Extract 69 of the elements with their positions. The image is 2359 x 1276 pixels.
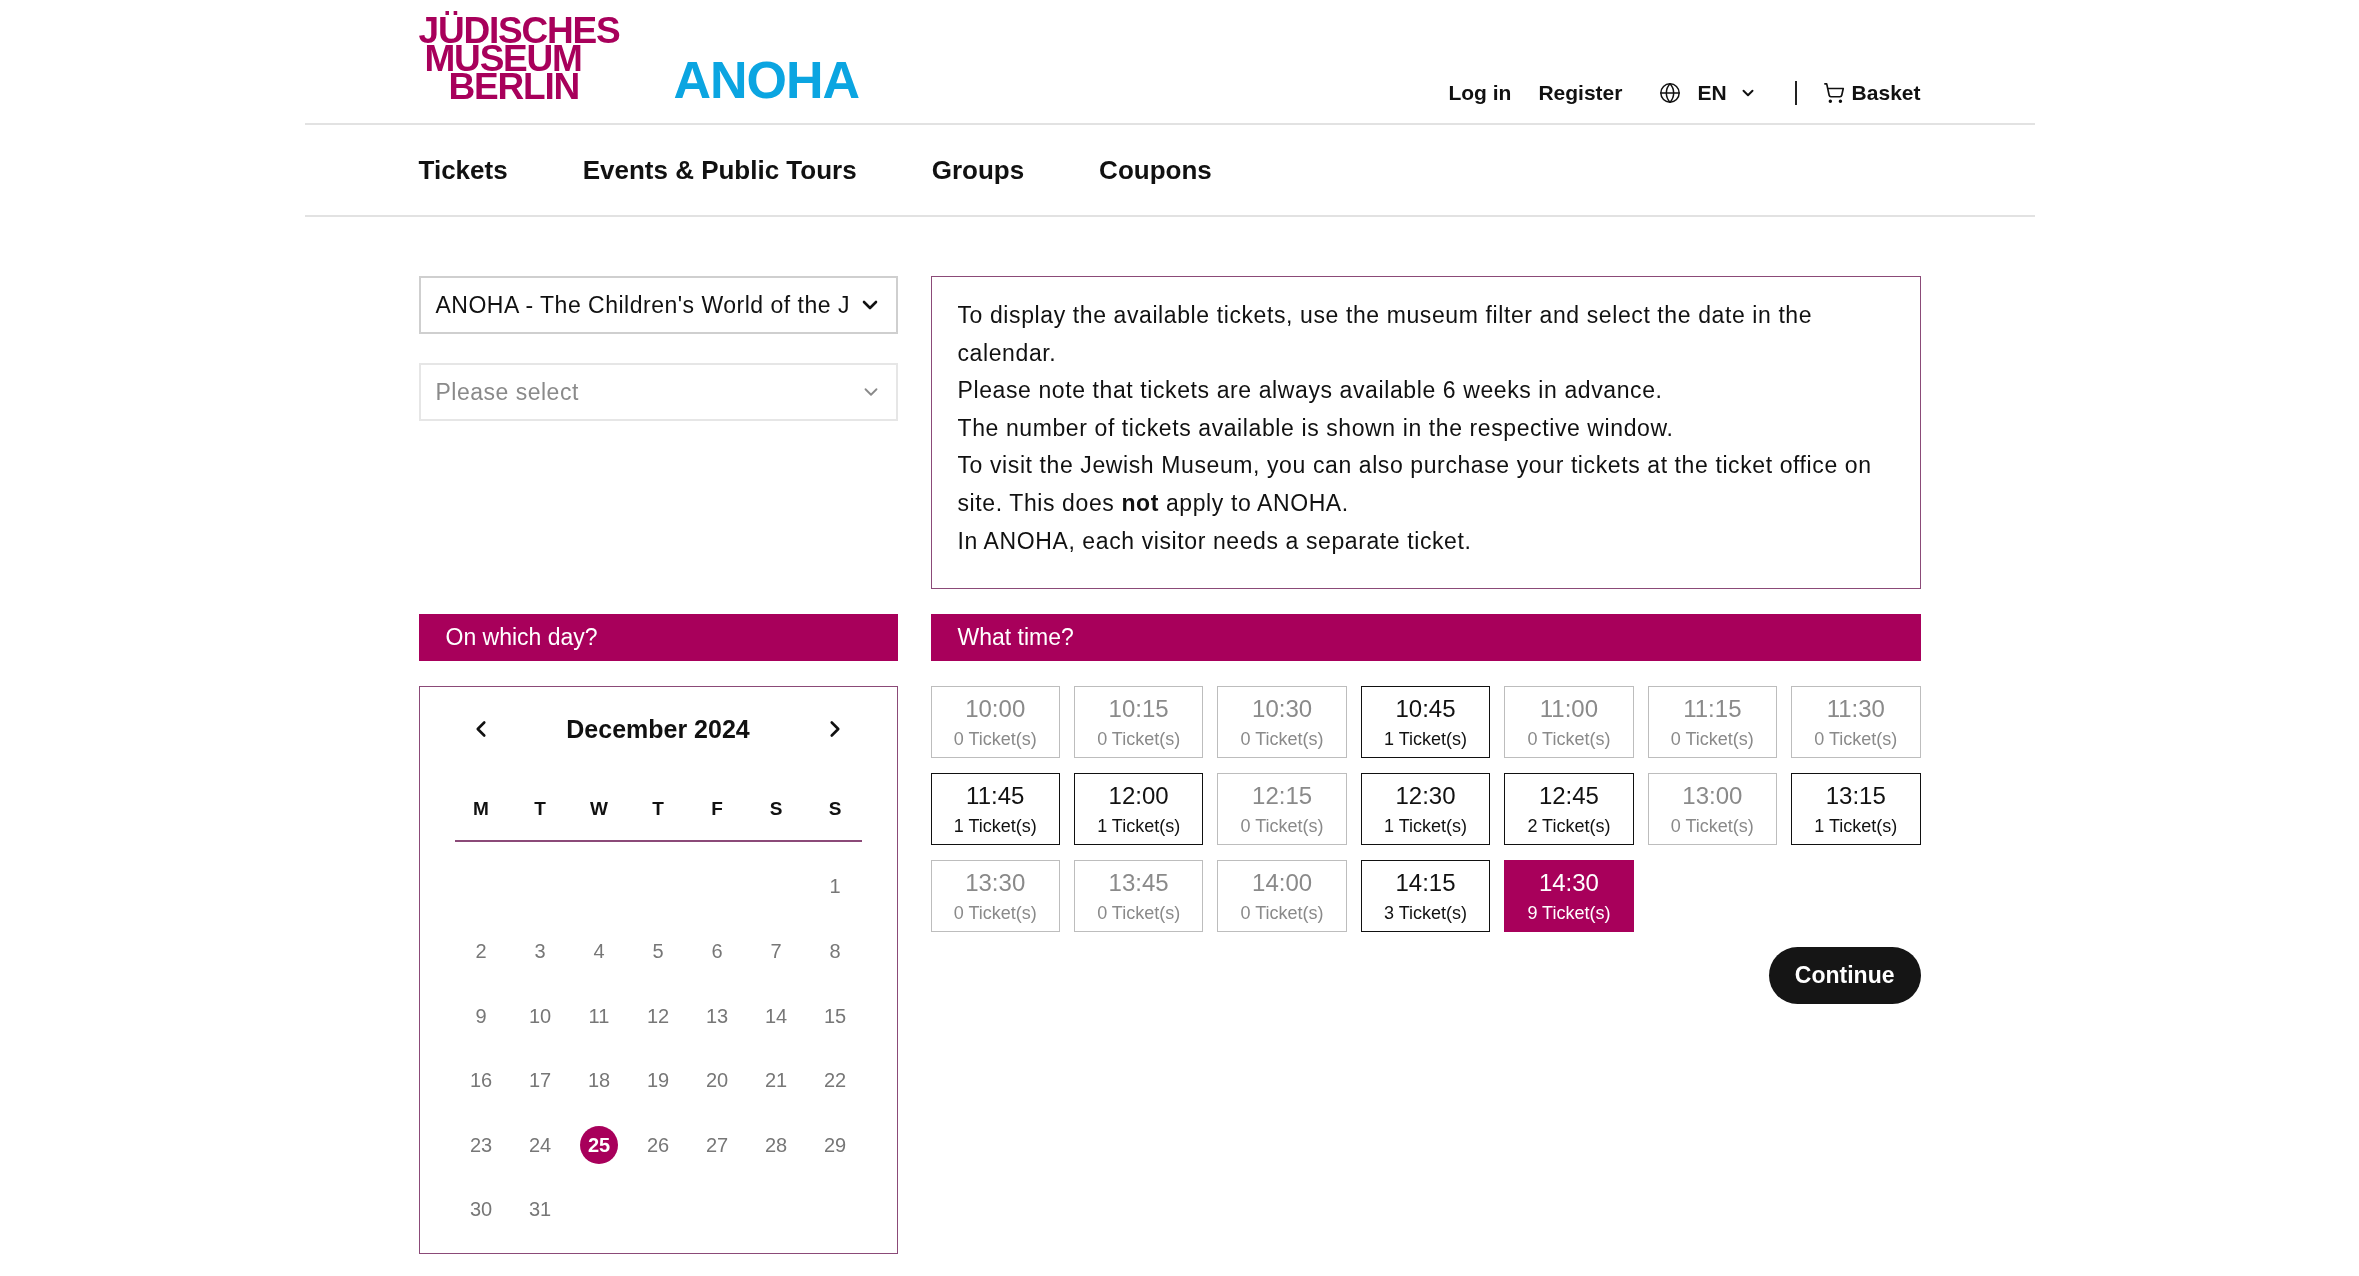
nav-link[interactable]: Tickets (418, 154, 508, 186)
select-field[interactable]: ANOHA - The Children's World of the J (418, 276, 898, 334)
calendar-day[interactable]: 26 (639, 1126, 677, 1165)
calendar-day[interactable]: 16 (462, 1061, 500, 1100)
calendar-day[interactable]: 4 (580, 932, 618, 971)
month-title: December 2024 (566, 714, 750, 744)
calendar-day[interactable]: 14 (757, 997, 795, 1036)
calendar-day[interactable]: 12 (639, 997, 677, 1036)
time-slot[interactable]: 12:30 1 Ticket(s) (1360, 773, 1491, 846)
calendar-day[interactable]: 9 (462, 997, 500, 1036)
time-slot[interactable]: 14:15 3 Ticket(s) (1360, 860, 1491, 933)
header-link[interactable]: Register (1538, 80, 1623, 106)
calendar-day[interactable]: 19 (639, 1061, 677, 1100)
continue-button[interactable]: Continue (1768, 947, 1921, 1005)
select-field[interactable]: Please select (418, 363, 898, 421)
time-slot[interactable]: 12:45 2 Ticket(s) (1504, 773, 1634, 846)
section-heading: On which day? (418, 614, 898, 662)
info-text: The number of tickets available is shown in the respective window. (957, 413, 1675, 443)
calendar-day[interactable]: 7 (757, 932, 795, 971)
globe-icon (1659, 82, 1682, 104)
calendar-day[interactable]: 28 (757, 1126, 795, 1165)
calendar-day[interactable]: 11 (580, 997, 618, 1036)
calendar-day[interactable]: 21 (757, 1061, 795, 1100)
calendar-day[interactable]: 13 (698, 997, 736, 1036)
calendar-day[interactable]: 8 (816, 932, 854, 971)
weekday-label: F (710, 797, 724, 822)
calendar-day[interactable]: 24 (521, 1126, 559, 1165)
basket-link[interactable]: Basket (1822, 80, 1921, 106)
time-slot[interactable]: 10:45 1 Ticket(s) (1360, 686, 1491, 759)
calendar-day[interactable]: 29 (816, 1126, 854, 1165)
calendar-day[interactable]: 10 (521, 997, 559, 1036)
calendar-day[interactable]: 1 (816, 867, 854, 906)
calendar-day[interactable]: 18 (580, 1061, 618, 1100)
wordmark-logo[interactable]: ANOHA (673, 59, 860, 103)
weekday-label: T (651, 797, 665, 822)
weekday-label: S (768, 797, 784, 822)
nav-link[interactable]: Events & Public Tours (582, 154, 857, 186)
info-text: In ANOHA, each visitor needs a separate ticket. (957, 526, 1473, 556)
header-link[interactable]: Log in (1448, 80, 1512, 106)
time-slot[interactable]: 11:45 1 Ticket(s) (930, 773, 1060, 846)
calendar-day[interactable]: 6 (698, 932, 736, 971)
nav-link[interactable]: Coupons (1099, 154, 1212, 186)
calendar-day[interactable]: 5 (639, 932, 677, 971)
weekday-label: M (472, 797, 490, 822)
time-slot[interactable]: 13:15 1 Ticket(s) (1791, 773, 1921, 846)
calendar-day[interactable]: 27 (698, 1126, 736, 1165)
selected-calendar-day[interactable]: 25 (580, 1126, 618, 1165)
calendar-day[interactable]: 3 (521, 932, 559, 971)
calendar-day[interactable]: 23 (462, 1126, 500, 1165)
calendar-day[interactable]: 31 (521, 1190, 559, 1229)
weekday-label: T (533, 797, 547, 822)
weekday-label: W (589, 797, 609, 822)
time-slot[interactable]: 14:30 9 Ticket(s) (1504, 860, 1634, 933)
weekday-label: S (827, 797, 843, 822)
info-text: To visit the Jewish Museum, you can also purchase your tickets at the ticket office on site. This does not apply to ANOHA. (957, 451, 1873, 518)
calendar-day[interactable]: 30 (462, 1190, 500, 1229)
cart-icon (1822, 82, 1845, 104)
nav-link[interactable]: Groups (931, 154, 1025, 186)
calendar-day[interactable]: 22 (816, 1061, 854, 1100)
calendar-day[interactable]: 20 (698, 1061, 736, 1100)
section-heading: What time? (930, 614, 1921, 662)
museum-logo[interactable]: JÜDISCHES MUSEUM BERLIN (418, 8, 624, 103)
calendar-day[interactable]: 17 (521, 1061, 559, 1100)
calendar-day[interactable]: 15 (816, 997, 854, 1036)
info-text: Please note that tickets are always available 6 weeks in advance. (957, 376, 1664, 406)
language-selector[interactable]: EN (1659, 80, 1757, 106)
time-slot[interactable]: 12:00 1 Ticket(s) (1073, 773, 1204, 846)
calendar-day[interactable]: 2 (462, 932, 500, 971)
info-text: To display the available tickets, use the museum filter and select the date in the calendar. (957, 301, 1814, 368)
